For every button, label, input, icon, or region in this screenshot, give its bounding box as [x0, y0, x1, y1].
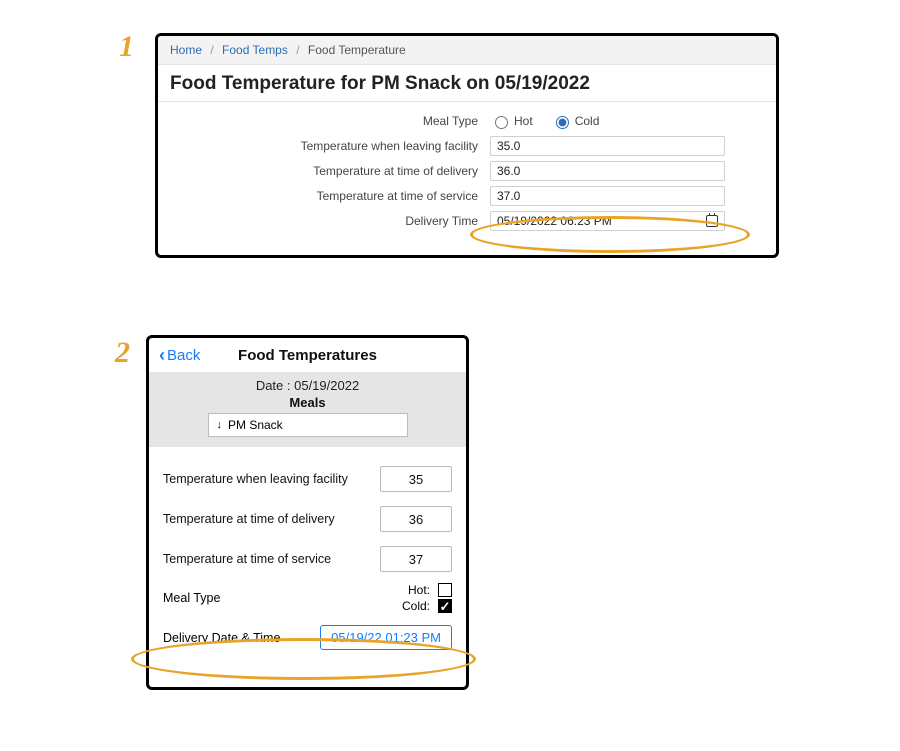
- annotation-1: 1: [119, 30, 134, 64]
- cold-label: Cold:: [402, 599, 430, 613]
- breadcrumb-sep: /: [296, 43, 299, 57]
- checkbox-cold[interactable]: [438, 599, 452, 613]
- hot-label: Hot:: [408, 583, 430, 597]
- meal-type-checks: Hot: Cold:: [402, 583, 452, 613]
- mobile-panel: ‹ Back Food Temperatures Date : 05/19/20…: [146, 335, 469, 690]
- label-temp-leaving: Temperature when leaving facility: [158, 139, 490, 153]
- form: Meal Type Hot Cold Temperature when leav…: [158, 102, 776, 233]
- label-temp-delivery: Temperature at time of delivery: [158, 164, 490, 178]
- back-button[interactable]: ‹ Back: [159, 346, 200, 364]
- radio-cold[interactable]: Cold: [551, 113, 600, 129]
- radio-cold-label: Cold: [575, 114, 600, 128]
- m-input-delivery[interactable]: 05/19/22 01:23 PM: [320, 625, 452, 650]
- input-temp-service[interactable]: [490, 186, 725, 206]
- m-label-meal-type: Meal Type: [163, 591, 220, 605]
- m-input-temp-service[interactable]: 37: [380, 546, 452, 572]
- mobile-form: Temperature when leaving facility 35 Tem…: [149, 447, 466, 650]
- checkbox-hot[interactable]: [438, 583, 452, 597]
- m-input-temp-delivery[interactable]: 36: [380, 506, 452, 532]
- m-label-delivery: Delivery Date & Time: [163, 631, 280, 645]
- m-label-temp-service: Temperature at time of service: [163, 552, 331, 566]
- label-delivery-time: Delivery Time: [158, 214, 490, 228]
- desktop-panel: Home / Food Temps / Food Temperature Foo…: [155, 33, 779, 258]
- label-temp-service: Temperature at time of service: [158, 189, 490, 203]
- meal-select[interactable]: ↓ PM Snack: [208, 413, 408, 437]
- breadcrumb-current: Food Temperature: [308, 43, 406, 57]
- mobile-subheader: Date : 05/19/2022 Meals ↓ PM Snack: [149, 372, 466, 447]
- page-title: Food Temperature for PM Snack on 05/19/2…: [158, 65, 776, 102]
- m-input-temp-leaving[interactable]: 35: [380, 466, 452, 492]
- breadcrumb-sep: /: [210, 43, 213, 57]
- arrow-down-icon: ↓: [217, 419, 223, 431]
- meals-heading: Meals: [149, 395, 466, 410]
- m-label-temp-delivery: Temperature at time of delivery: [163, 512, 335, 526]
- input-temp-delivery[interactable]: [490, 161, 725, 181]
- back-label: Back: [167, 347, 200, 364]
- label-meal-type: Meal Type: [158, 114, 490, 128]
- m-label-temp-leaving: Temperature when leaving facility: [163, 472, 348, 486]
- breadcrumb: Home / Food Temps / Food Temperature: [158, 36, 776, 65]
- radio-hot[interactable]: Hot: [490, 113, 533, 129]
- annotation-2: 2: [115, 336, 130, 370]
- date-label: Date : 05/19/2022: [149, 378, 466, 393]
- radio-cold-input[interactable]: [556, 116, 569, 129]
- meal-select-value: PM Snack: [228, 418, 283, 432]
- radio-hot-label: Hot: [514, 114, 533, 128]
- input-temp-leaving[interactable]: [490, 136, 725, 156]
- chevron-left-icon: ‹: [159, 346, 165, 364]
- input-delivery-time[interactable]: 05/19/2022 06:23 PM: [490, 211, 725, 231]
- mobile-header: ‹ Back Food Temperatures: [149, 338, 466, 372]
- calendar-icon[interactable]: [706, 215, 718, 227]
- radio-hot-input[interactable]: [495, 116, 508, 129]
- breadcrumb-home[interactable]: Home: [170, 43, 202, 57]
- delivery-time-value: 05/19/2022 06:23 PM: [497, 214, 612, 228]
- breadcrumb-foodtemps[interactable]: Food Temps: [222, 43, 288, 57]
